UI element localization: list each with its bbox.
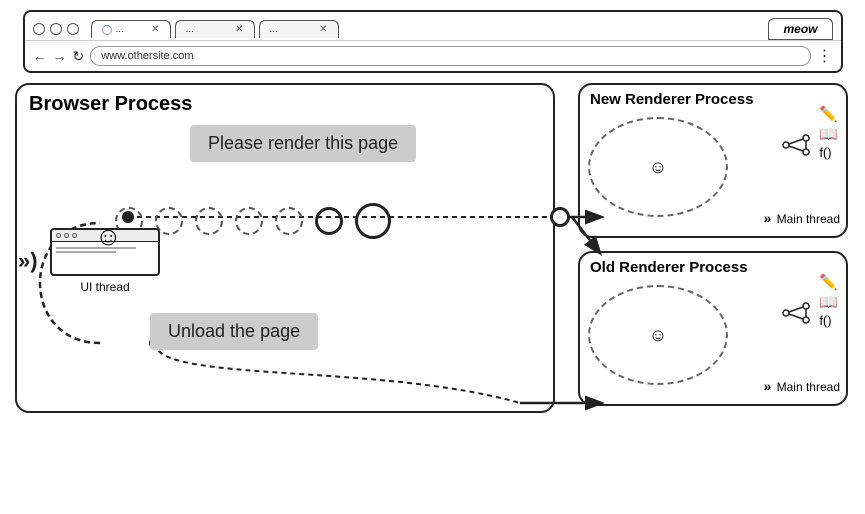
bw-dot-1 xyxy=(56,233,61,238)
close-light[interactable] xyxy=(33,23,45,35)
unload-page-text: Unload the page xyxy=(168,321,300,341)
old-renderer-title: Old Renderer Process xyxy=(580,253,846,282)
circle-6 xyxy=(315,207,343,235)
old-main-thread-label: » Main thread xyxy=(763,378,840,394)
old-renderer-bubble: ☺ xyxy=(588,285,728,385)
unload-page-message: Unload the page xyxy=(150,313,318,350)
please-render-text: Please render this page xyxy=(208,133,398,153)
tab-3-label: ... xyxy=(270,24,278,35)
special-tab-label: meow xyxy=(783,22,817,36)
tab-3-close[interactable]: ✕ xyxy=(319,24,327,35)
new-renderer-box: New Renderer Process ☺ ✏️ 📖 f() » xyxy=(578,83,848,238)
tabs-bar: ... ✕ ... ✕ ... ✕ meow xyxy=(25,12,841,40)
code-icon: f() xyxy=(819,145,838,160)
boundary-circle xyxy=(550,207,570,227)
browser-process-title: Browser Process xyxy=(17,85,553,124)
new-renderer-smiley: ☺ xyxy=(649,157,667,178)
new-main-thread-label: » Main thread xyxy=(763,210,840,226)
tab-2[interactable]: ... ✕ xyxy=(175,20,255,38)
circle-5 xyxy=(275,207,303,235)
back-button[interactable]: ← xyxy=(33,48,47,64)
circle-7 xyxy=(355,203,391,239)
tab-2-close[interactable]: ✕ xyxy=(235,24,243,35)
ui-thread-label: UI thread xyxy=(50,280,160,294)
tab-2-label: ... xyxy=(186,24,194,35)
maximize-light[interactable] xyxy=(67,23,79,35)
left-chevrons: ») xyxy=(18,248,38,274)
old-renderer-icons: ✏️ 📖 f() xyxy=(819,273,838,328)
book-icon: 📖 xyxy=(819,125,838,143)
old-chevrons: » xyxy=(763,378,771,394)
old-pencil-icon: ✏️ xyxy=(819,273,838,291)
old-renderer-box: Old Renderer Process ☺ ✏️ 📖 f() » Main t xyxy=(578,251,848,406)
forward-button[interactable]: → xyxy=(53,48,67,64)
special-tab[interactable]: meow xyxy=(768,18,832,40)
old-graph-icon xyxy=(781,298,811,331)
new-renderer-icons: ✏️ 📖 f() xyxy=(819,105,838,160)
tab-3[interactable]: ... ✕ xyxy=(259,20,339,38)
circle-3 xyxy=(195,207,223,235)
tab-1-close[interactable]: ✕ xyxy=(151,24,159,35)
browser-chrome: ... ✕ ... ✕ ... ✕ meow ← → ↻ ⋮ xyxy=(23,10,843,73)
tab-1-label: ... xyxy=(116,24,124,35)
address-bar: ← → ↻ ⋮ xyxy=(25,40,841,71)
minimize-light[interactable] xyxy=(50,23,62,35)
bw-dot-3 xyxy=(72,233,77,238)
new-chevrons: » xyxy=(763,210,771,226)
new-renderer-title: New Renderer Process xyxy=(580,85,846,114)
browser-smiley: ☺ xyxy=(95,221,122,252)
old-code-icon: f() xyxy=(819,313,838,328)
address-input[interactable] xyxy=(90,46,810,66)
graph-icon xyxy=(781,130,811,163)
old-renderer-smiley: ☺ xyxy=(649,325,667,346)
tab-1[interactable]: ... ✕ xyxy=(91,20,171,38)
please-render-message: Please render this page xyxy=(190,125,416,162)
old-book-icon: 📖 xyxy=(819,293,838,311)
pencil-icon: ✏️ xyxy=(819,105,838,123)
new-renderer-bubble: ☺ xyxy=(588,117,728,217)
traffic-lights xyxy=(33,23,79,35)
circle-4 xyxy=(235,207,263,235)
menu-button[interactable]: ⋮ xyxy=(817,46,833,66)
refresh-button[interactable]: ↻ xyxy=(73,48,85,65)
diagram-area: Browser Process Please render this page … xyxy=(0,73,865,433)
tab-spinner xyxy=(102,25,112,35)
new-main-thread-text: Main thread xyxy=(777,212,840,226)
bw-dot-2 xyxy=(64,233,69,238)
old-main-thread-text: Main thread xyxy=(777,380,840,394)
